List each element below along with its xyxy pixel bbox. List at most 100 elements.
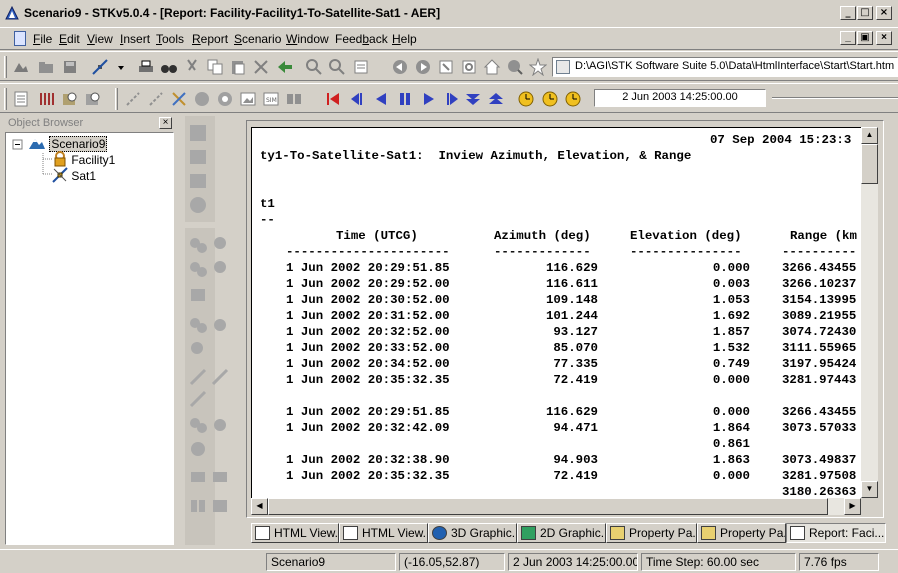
step-forward-icon[interactable]	[443, 90, 461, 108]
menu-report[interactable]: Report	[192, 32, 228, 46]
animation-clock-icon[interactable]	[564, 90, 582, 108]
palette-tool-icon[interactable]	[187, 258, 209, 280]
cross-tool-icon[interactable]	[170, 90, 188, 108]
palette-tool-icon[interactable]	[187, 494, 209, 516]
no-entry-icon[interactable]	[193, 90, 211, 108]
vertical-scroll-thumb[interactable]	[861, 144, 878, 184]
increase-step-icon[interactable]	[487, 90, 505, 108]
palette-tool-icon[interactable]	[187, 194, 209, 216]
vertical-scrollbar[interactable]: ▲ ▼	[861, 127, 878, 498]
address-field[interactable]: D:\AGI\STK Software Suite 5.0\Data\HtmlI…	[552, 57, 898, 77]
horizontal-scroll-thumb[interactable]	[268, 498, 828, 515]
minimize-button[interactable]: _	[840, 6, 856, 20]
insert-satellite-icon[interactable]	[91, 58, 109, 76]
copy-icon[interactable]	[206, 58, 224, 76]
maximize-button[interactable]: □	[857, 6, 873, 20]
report-content[interactable]: 07 Sep 2004 15:23:3 ty1-To-Satellite-Sat…	[251, 127, 863, 498]
toolbar-grip[interactable]	[115, 88, 118, 110]
window-tab[interactable]: Report: Faci...	[786, 523, 886, 543]
menu-feedback[interactable]: Feedback	[335, 32, 388, 46]
browser-home-icon[interactable]	[483, 58, 501, 76]
mdi-restore-button[interactable]: ▣	[857, 31, 873, 45]
toolbar-grip[interactable]	[4, 56, 7, 78]
palette-tool-icon[interactable]	[209, 314, 231, 336]
print-icon[interactable]	[137, 58, 155, 76]
play-backward-icon[interactable]	[372, 90, 390, 108]
browser-refresh-icon[interactable]	[460, 58, 478, 76]
palette-tool-icon[interactable]	[187, 314, 209, 336]
properties-list-icon[interactable]	[352, 58, 370, 76]
palette-tool-icon[interactable]	[187, 438, 209, 460]
report-icon[interactable]	[12, 90, 30, 108]
toolbar-grip[interactable]	[4, 88, 7, 110]
step-back-icon[interactable]	[348, 90, 366, 108]
clock-sync-icon[interactable]	[216, 90, 234, 108]
menu-edit[interactable]: Edit	[59, 32, 80, 46]
mdi-close-button[interactable]: ×	[876, 31, 892, 45]
palette-tool-icon[interactable]	[209, 466, 231, 488]
palette-tool-icon[interactable]	[187, 338, 209, 360]
scroll-right-button[interactable]: ▶	[844, 498, 861, 515]
scroll-up-button[interactable]: ▲	[861, 127, 878, 144]
favorites-star-icon[interactable]	[528, 57, 548, 77]
new-scenario-icon[interactable]	[12, 58, 30, 76]
browser-search-icon[interactable]	[506, 58, 524, 76]
palette-tool-icon[interactable]	[209, 122, 231, 144]
animation-time-field[interactable]: 2 Jun 2003 14:25:00.00	[594, 89, 766, 107]
palette-tool-icon[interactable]	[209, 366, 231, 388]
palette-tool-icon[interactable]	[187, 388, 209, 410]
tree-item-facility[interactable]: Facility1	[52, 151, 115, 167]
cut-icon[interactable]	[183, 58, 201, 76]
realtime-clock-icon[interactable]	[517, 90, 535, 108]
paste-icon[interactable]	[229, 58, 247, 76]
palette-tool-icon[interactable]	[187, 466, 209, 488]
tree-item-satellite[interactable]: Sat1	[52, 167, 96, 183]
horizontal-scrollbar[interactable]: ◀ ▶	[251, 498, 861, 515]
menu-view[interactable]: View	[87, 32, 113, 46]
palette-tool-icon[interactable]	[187, 170, 209, 192]
menu-scenario[interactable]: Scenario	[234, 32, 281, 46]
palette-tool-icon[interactable]	[209, 234, 231, 256]
play-forward-icon[interactable]	[420, 90, 438, 108]
open-folder-icon[interactable]	[37, 58, 55, 76]
browser-back-icon[interactable]	[391, 58, 409, 76]
back-arrow-icon[interactable]	[276, 58, 294, 76]
menu-tools[interactable]: Tools	[156, 32, 184, 46]
zoom-in-icon[interactable]	[305, 58, 323, 76]
stk-app-icon[interactable]	[5, 6, 19, 20]
decrease-step-icon[interactable]	[464, 90, 482, 108]
chains-icon[interactable]	[83, 90, 101, 108]
palette-tool-icon[interactable]	[209, 258, 231, 280]
window-tab[interactable]: 3D Graphic...	[428, 523, 517, 543]
menu-window[interactable]: Window	[286, 32, 329, 46]
tree-item-scenario[interactable]: Scenario9	[28, 135, 108, 152]
palette-tool-icon[interactable]	[187, 146, 209, 168]
pause-icon[interactable]	[396, 90, 414, 108]
window-tab[interactable]: 2D Graphic...	[517, 523, 606, 543]
insert-dropdown-icon[interactable]	[112, 58, 124, 76]
menu-help[interactable]: Help	[392, 32, 417, 46]
close-button[interactable]: ×	[876, 6, 892, 20]
time-slider[interactable]	[772, 97, 898, 99]
image-capture-icon[interactable]	[239, 90, 257, 108]
document-icon[interactable]	[14, 31, 26, 46]
palette-tool-icon[interactable]	[187, 122, 209, 144]
window-tab[interactable]: Property Pa...	[606, 523, 697, 543]
palette-tool-icon[interactable]	[187, 234, 209, 256]
palette-tool-icon[interactable]	[187, 284, 209, 306]
scroll-down-button[interactable]: ▼	[861, 481, 878, 498]
zoom-out-icon[interactable]	[328, 58, 346, 76]
window-tab[interactable]: HTML View...	[339, 523, 428, 543]
palette-tool-icon[interactable]	[187, 414, 209, 436]
graph-icon[interactable]	[37, 90, 55, 108]
save-icon[interactable]	[61, 58, 79, 76]
access-icon[interactable]	[60, 90, 78, 108]
vector-icon[interactable]	[124, 90, 142, 108]
palette-tool-icon[interactable]	[209, 414, 231, 436]
axes-icon[interactable]	[147, 90, 165, 108]
x-real-time-clock-icon[interactable]	[541, 90, 559, 108]
menu-file[interactable]: File	[33, 32, 52, 46]
browser-stop-icon[interactable]	[437, 58, 455, 76]
reset-animation-icon[interactable]	[324, 90, 342, 108]
delete-icon[interactable]	[252, 58, 270, 76]
